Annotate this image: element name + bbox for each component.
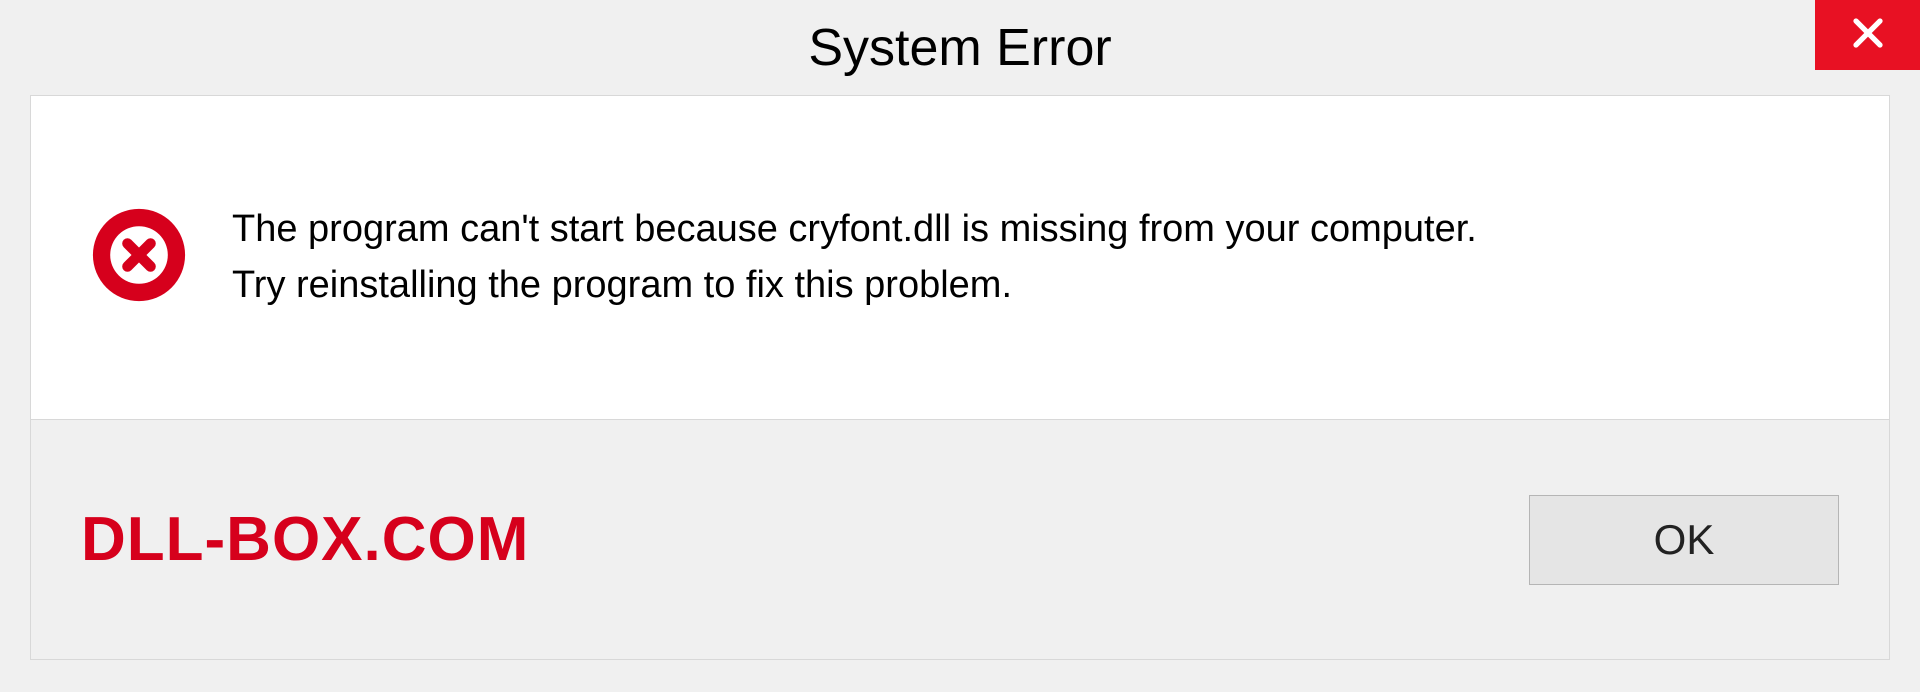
error-message-line2: Try reinstalling the program to fix this… — [232, 258, 1477, 313]
dialog-title: System Error — [808, 18, 1111, 78]
watermark-text: DLL-BOX.COM — [81, 504, 529, 575]
close-icon — [1850, 15, 1886, 56]
content-panel: The program can't start because cryfont.… — [30, 95, 1890, 420]
error-icon — [91, 207, 187, 308]
footer-bar: DLL-BOX.COM OK — [30, 420, 1890, 660]
error-message-line1: The program can't start because cryfont.… — [232, 202, 1477, 257]
close-button[interactable] — [1815, 0, 1920, 70]
error-message: The program can't start because cryfont.… — [232, 202, 1477, 312]
title-bar: System Error — [0, 0, 1920, 95]
ok-button[interactable]: OK — [1529, 495, 1839, 585]
